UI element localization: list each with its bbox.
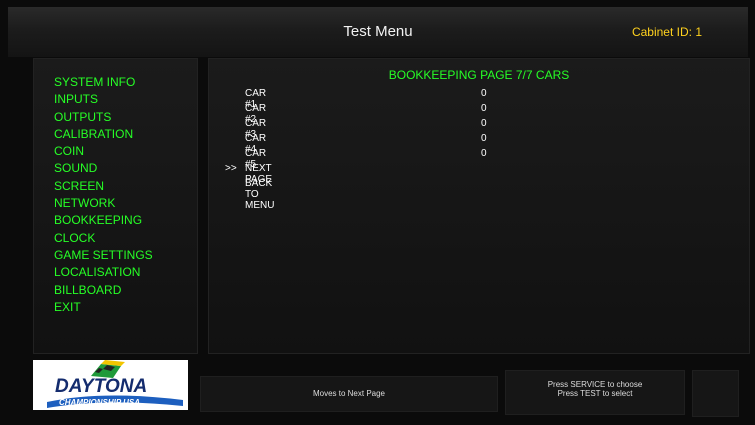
row-value: 0 — [481, 103, 487, 114]
row-value: 0 — [481, 133, 487, 144]
sidebar-item-sound[interactable]: SOUND — [54, 160, 153, 177]
sidebar-item-billboard[interactable]: BILLBOARD — [54, 282, 153, 299]
sidebar-item-outputs[interactable]: OUTPUTS — [54, 109, 153, 126]
sidebar-item-coin[interactable]: COIN — [54, 143, 153, 160]
sidebar: SYSTEM INFO INPUTS OUTPUTS CALIBRATION C… — [33, 58, 198, 354]
sidebar-item-bookkeeping[interactable]: BOOKKEEPING — [54, 212, 153, 229]
sidebar-item-inputs[interactable]: INPUTS — [54, 91, 153, 108]
empty-panel — [692, 370, 739, 417]
test-menu-screen: Test Menu Cabinet ID: 1 SYSTEM INFO INPU… — [0, 0, 755, 425]
daytona-logo-graphic: DAYTONA CHAMPIONSHIP USA — [33, 360, 188, 410]
sidebar-item-localisation[interactable]: LOCALISATION — [54, 264, 153, 281]
daytona-logo: DAYTONA CHAMPIONSHIP USA — [33, 360, 188, 410]
row-value: 0 — [481, 118, 487, 129]
main-panel: BOOKKEEPING PAGE 7/7 CARS CAR #1 0 CAR #… — [208, 58, 750, 354]
row-value: 0 — [481, 148, 487, 159]
help-service-text: Press SERVICE to choose — [547, 380, 643, 389]
sidebar-menu: SYSTEM INFO INPUTS OUTPUTS CALIBRATION C… — [54, 74, 153, 316]
controls-help: Press SERVICE to choose Press TEST to se… — [505, 370, 685, 415]
row-value: 0 — [481, 88, 487, 99]
selection-cursor: >> — [225, 163, 237, 174]
sidebar-item-calibration[interactable]: CALIBRATION — [54, 126, 153, 143]
back-to-menu-label: BACK TO MENU — [245, 178, 275, 211]
sidebar-item-network[interactable]: NETWORK — [54, 195, 153, 212]
sidebar-item-game-settings[interactable]: GAME SETTINGS — [54, 247, 153, 264]
sidebar-item-exit[interactable]: EXIT — [54, 299, 153, 316]
sidebar-item-clock[interactable]: CLOCK — [54, 230, 153, 247]
cabinet-id: Cabinet ID: 1 — [631, 25, 702, 39]
bookkeeping-heading: BOOKKEEPING PAGE 7/7 CARS — [388, 68, 570, 82]
logo-subtitle: CHAMPIONSHIP USA — [59, 398, 140, 407]
sidebar-item-system-info[interactable]: SYSTEM INFO — [54, 74, 153, 91]
sidebar-item-screen[interactable]: SCREEN — [54, 178, 153, 195]
logo-word: DAYTONA — [55, 376, 147, 397]
hint-box: Moves to Next Page — [200, 376, 498, 412]
header-bar: Test Menu Cabinet ID: 1 — [8, 7, 748, 57]
help-test-text: Press TEST to select — [557, 389, 633, 398]
